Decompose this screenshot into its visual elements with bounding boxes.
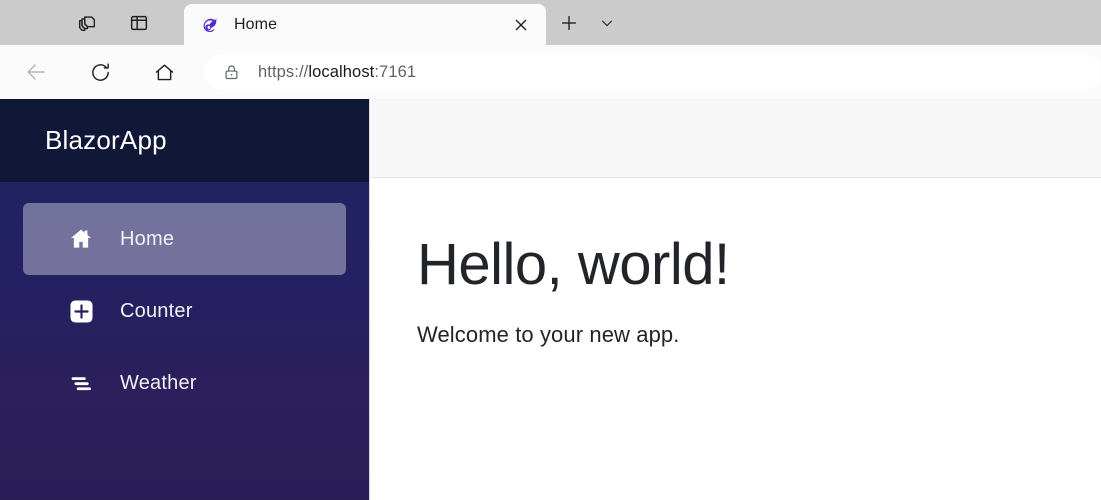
browser-window: Home https://localhost:7161 BlazorApp Ho…: [0, 0, 1101, 500]
sidebar-item-weather[interactable]: Weather: [23, 347, 346, 419]
app-main: Hello, world! Welcome to your new app.: [371, 99, 1101, 500]
close-icon[interactable]: [508, 12, 534, 38]
page-title: Hello, world!: [417, 232, 730, 297]
browser-toolbar: https://localhost:7161: [0, 45, 1101, 99]
lock-icon[interactable]: [220, 61, 242, 83]
home-icon[interactable]: [146, 54, 182, 90]
plus-square-icon: [66, 296, 96, 326]
sidebar-item-home[interactable]: Home: [23, 203, 346, 275]
url-scheme: https://: [258, 62, 309, 81]
browser-tab[interactable]: Home: [184, 4, 546, 45]
sidebar-nav-list: Home Counter Weather: [0, 182, 369, 419]
reload-icon[interactable]: [82, 54, 118, 90]
blazor-logo-icon: [200, 15, 220, 35]
main-topbar: [371, 99, 1101, 178]
split-screen-icon[interactable]: [124, 8, 154, 38]
tabstrip-left-icons: [0, 0, 154, 45]
app-brand-title[interactable]: BlazorApp: [45, 125, 167, 156]
copy-stack-icon[interactable]: [72, 8, 102, 38]
url-port: :7161: [374, 62, 417, 81]
main-content: Hello, world! Welcome to your new app.: [371, 178, 1101, 348]
sidebar-item-counter[interactable]: Counter: [23, 275, 346, 347]
url-text: https://localhost:7161: [258, 63, 416, 82]
address-bar[interactable]: https://localhost:7161: [204, 54, 1101, 90]
page-subtitle: Welcome to your new app.: [417, 321, 680, 347]
list-lines-icon: [66, 368, 96, 398]
page-viewport: BlazorApp Home Counter Weather Hello, wo…: [0, 99, 1101, 500]
chevron-down-icon[interactable]: [592, 8, 622, 38]
app-sidebar: BlazorApp Home Counter Weather: [0, 99, 370, 500]
tab-title: Home: [234, 15, 278, 33]
browser-tabstrip: Home: [0, 0, 1101, 45]
plus-icon[interactable]: [554, 8, 584, 38]
sidebar-item-label: Counter: [120, 299, 193, 322]
sidebar-item-label: Home: [120, 227, 175, 250]
tabstrip-right-icons: [546, 0, 622, 45]
url-host: localhost: [308, 62, 375, 81]
back-arrow-icon[interactable]: [18, 54, 54, 90]
house-filled-icon: [66, 224, 96, 254]
sidebar-header: BlazorApp: [0, 99, 369, 182]
sidebar-item-label: Weather: [120, 371, 197, 394]
